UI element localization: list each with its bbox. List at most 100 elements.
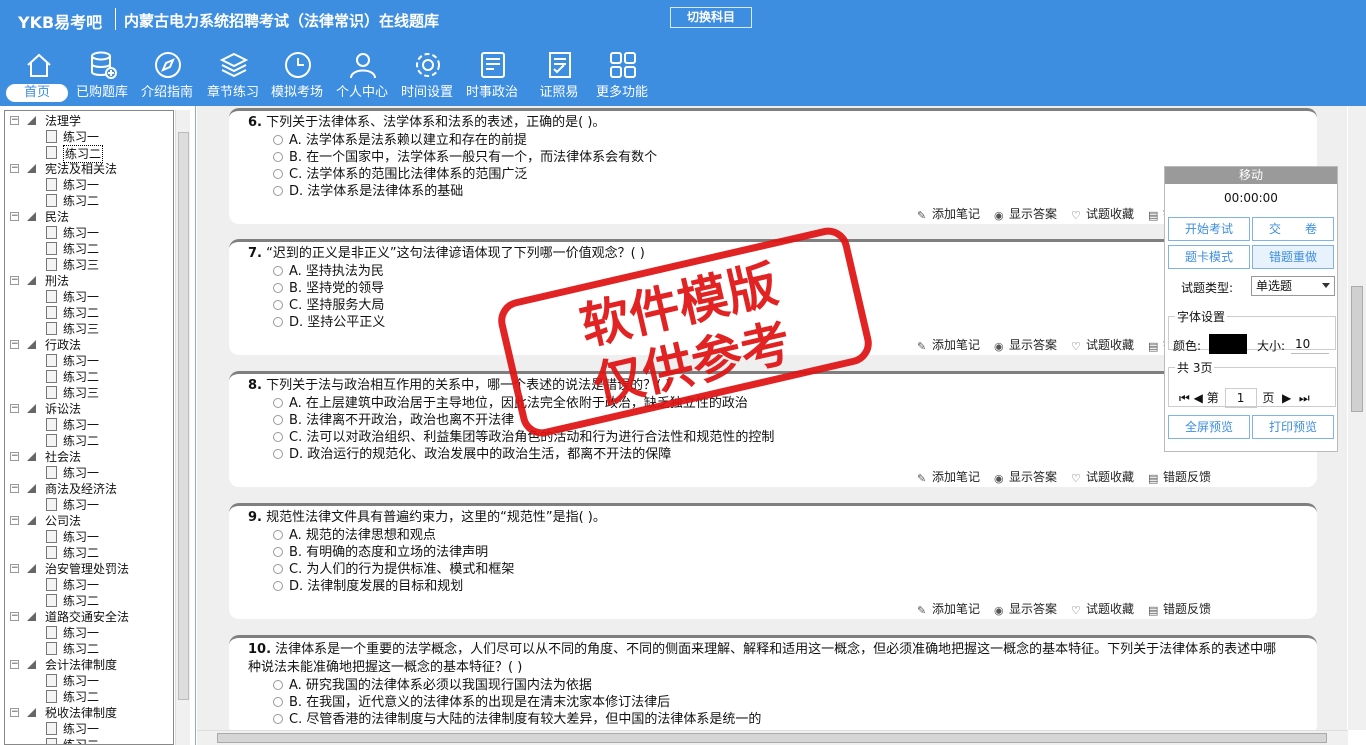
- tree-exercise[interactable]: 练习二: [5, 641, 173, 657]
- answer-option[interactable]: C. 坚持服务大局: [273, 297, 384, 314]
- tree-chapter[interactable]: − 会计法律制度: [5, 657, 173, 673]
- collapse-icon[interactable]: −: [10, 564, 19, 573]
- fav-action[interactable]: ♡ 试题收藏: [1071, 205, 1134, 222]
- radio-button[interactable]: [273, 547, 283, 557]
- radio-button[interactable]: [273, 317, 283, 327]
- tree-chapter[interactable]: − 社会法: [5, 449, 173, 465]
- radio-button[interactable]: [273, 564, 283, 574]
- first-page-icon[interactable]: ⏮: [1179, 391, 1190, 405]
- radio-button[interactable]: [273, 186, 283, 196]
- answer-option[interactable]: A. 坚持执法为民: [273, 263, 384, 280]
- collapse-icon[interactable]: −: [10, 484, 19, 493]
- tree-exercise[interactable]: 练习一: [5, 625, 173, 641]
- answer-action[interactable]: ◉ 显示答案: [994, 205, 1057, 222]
- tree-exercise[interactable]: 练习三: [5, 321, 173, 337]
- radio-button[interactable]: [273, 415, 283, 425]
- tree-chapter[interactable]: − 法理学: [5, 113, 173, 129]
- answer-option[interactable]: B. 在一个国家中，法学体系一般只有一个，而法律体系会有数个: [273, 149, 657, 166]
- radio-button[interactable]: [273, 714, 283, 724]
- collapse-icon[interactable]: −: [10, 116, 19, 125]
- note-action[interactable]: ✎ 添加笔记: [917, 205, 980, 222]
- fav-action[interactable]: ♡ 试题收藏: [1071, 600, 1134, 617]
- tree-exercise[interactable]: 练习一: [5, 465, 173, 481]
- tree-exercise[interactable]: 练习二: [5, 545, 173, 561]
- tree-chapter[interactable]: − 诉讼法: [5, 401, 173, 417]
- radio-button[interactable]: [273, 697, 283, 707]
- collapse-icon[interactable]: −: [10, 516, 19, 525]
- answer-option[interactable]: C. 法学体系的范围比法律体系的范围广泛: [273, 166, 527, 183]
- answer-option[interactable]: D. 坚持公平正义: [273, 314, 385, 331]
- tree-exercise[interactable]: 练习二: [5, 369, 173, 385]
- answer-option[interactable]: C. 尽管香港的法律制度与大陆的法律制度有较大差异，但中国的法律体系是统一的: [273, 711, 761, 728]
- radio-button[interactable]: [273, 432, 283, 442]
- collapse-icon[interactable]: −: [10, 340, 19, 349]
- redo-wrong-button[interactable]: 错题重做: [1252, 245, 1334, 269]
- feedback-action[interactable]: ▤错题反馈: [1148, 600, 1211, 617]
- answer-option[interactable]: A. 法学体系是法系赖以建立和存在的前提: [273, 132, 527, 149]
- answer-option[interactable]: B. 有明确的态度和立场的法律声明: [273, 544, 488, 561]
- last-page-icon[interactable]: ⏭: [1295, 391, 1310, 405]
- font-color-swatch[interactable]: [1209, 334, 1247, 354]
- answer-option[interactable]: C. 为人们的行为提供标准、模式和框架: [273, 561, 514, 578]
- answer-option[interactable]: B. 法律离不开政治，政治也离不开法律: [273, 412, 514, 429]
- sidebar-scroll-thumb[interactable]: [178, 132, 189, 700]
- answer-action[interactable]: ◉ 显示答案: [994, 336, 1057, 353]
- collapse-icon[interactable]: −: [10, 452, 19, 461]
- collapse-icon[interactable]: −: [10, 276, 19, 285]
- tree-exercise[interactable]: 练习二: [5, 193, 173, 209]
- tree-chapter[interactable]: − 民法: [5, 209, 173, 225]
- nav-item-9[interactable]: 更多功能: [584, 46, 660, 102]
- nav-item-7[interactable]: 时事政治: [454, 46, 530, 102]
- tree-exercise[interactable]: 练习一: [5, 353, 173, 369]
- tree-exercise[interactable]: 练习二: [5, 737, 173, 744]
- radio-button[interactable]: [273, 283, 283, 293]
- answer-action[interactable]: ◉ 显示答案: [994, 600, 1057, 617]
- prev-page-icon[interactable]: ◀: [1194, 391, 1203, 405]
- tree-exercise[interactable]: 练习二: [5, 593, 173, 609]
- note-action[interactable]: ✎ 添加笔记: [917, 468, 980, 485]
- tree-chapter[interactable]: − 税收法律制度: [5, 705, 173, 721]
- start-exam-button[interactable]: 开始考试: [1168, 217, 1250, 241]
- main-vertical-scrollbar[interactable]: [1348, 106, 1366, 730]
- note-action[interactable]: ✎ 添加笔记: [917, 600, 980, 617]
- main-vscroll-thumb[interactable]: [1351, 286, 1363, 412]
- panel-move-handle[interactable]: 移动: [1165, 167, 1337, 184]
- next-page-icon[interactable]: ▶: [1278, 391, 1291, 405]
- answer-option[interactable]: B. 在我国，近代意义的法律体系的出现是在清末沈家本修订法律后: [273, 694, 670, 711]
- note-action[interactable]: ✎ 添加笔记: [917, 336, 980, 353]
- tree-exercise[interactable]: 练习一: [5, 577, 173, 593]
- answer-option[interactable]: A. 规范的法律思想和观点: [273, 527, 436, 544]
- radio-button[interactable]: [273, 581, 283, 591]
- tree-exercise[interactable]: 练习一: [5, 721, 173, 737]
- collapse-icon[interactable]: −: [10, 708, 19, 717]
- answer-option[interactable]: D. 政治运行的规范化、政治发展中的政治生活，都离不开法的保障: [273, 446, 671, 463]
- main-hscroll-thumb[interactable]: [217, 733, 1327, 743]
- radio-button[interactable]: [273, 530, 283, 540]
- collapse-icon[interactable]: −: [10, 660, 19, 669]
- tree-chapter[interactable]: − 宪法及相关法: [5, 161, 173, 177]
- page-number-input[interactable]: 1: [1224, 388, 1257, 408]
- main-horizontal-scrollbar[interactable]: [197, 730, 1348, 745]
- answer-action[interactable]: ◉ 显示答案: [994, 468, 1057, 485]
- sidebar-scrollbar[interactable]: [175, 110, 190, 745]
- radio-button[interactable]: [273, 300, 283, 310]
- tree-exercise[interactable]: 练习一: [5, 673, 173, 689]
- tree-chapter[interactable]: − 商法及经济法: [5, 481, 173, 497]
- tree-exercise[interactable]: 练习一: [5, 225, 173, 241]
- answer-option[interactable]: B. 坚持党的领导: [273, 280, 384, 297]
- nav-item-2[interactable]: 介绍指南: [129, 46, 205, 102]
- answer-option[interactable]: D. 法学体系是法律体系的基础: [273, 183, 463, 200]
- radio-button[interactable]: [273, 398, 283, 408]
- tree-exercise[interactable]: 练习一: [5, 497, 173, 513]
- collapse-icon[interactable]: −: [10, 612, 19, 621]
- radio-button[interactable]: [273, 449, 283, 459]
- answer-option[interactable]: D. 法律制度发展的目标和规划: [273, 578, 463, 595]
- radio-button[interactable]: [273, 680, 283, 690]
- tree-exercise[interactable]: 练习一: [5, 177, 173, 193]
- fav-action[interactable]: ♡ 试题收藏: [1071, 468, 1134, 485]
- tree-chapter[interactable]: − 刑法: [5, 273, 173, 289]
- tree-exercise[interactable]: 练习二: [5, 145, 173, 163]
- switch-subject-button[interactable]: 切换科目: [670, 7, 752, 28]
- collapse-icon[interactable]: −: [10, 164, 19, 173]
- feedback-action[interactable]: ▤错题反馈: [1148, 468, 1211, 485]
